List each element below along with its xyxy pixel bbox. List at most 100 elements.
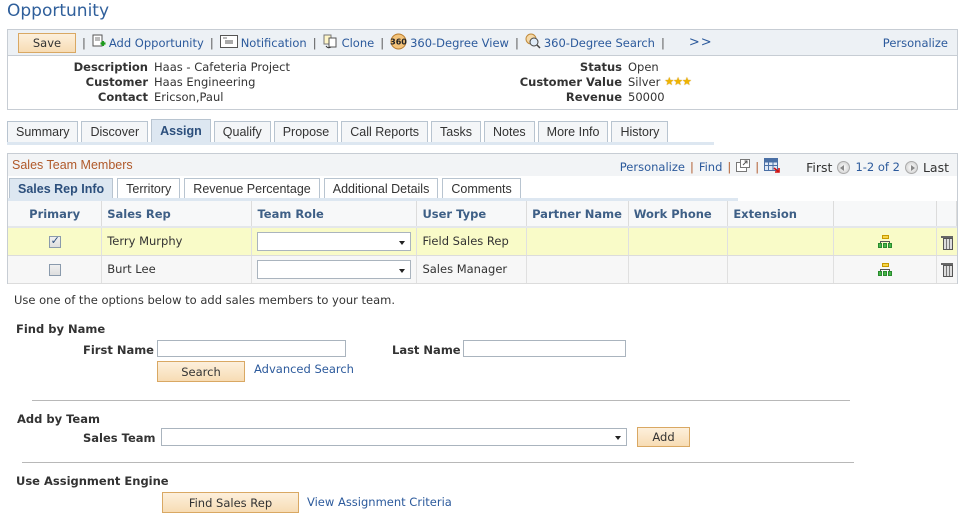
grid-find-link[interactable]: Find [699, 160, 723, 174]
last-name-label: Last Name [392, 343, 461, 357]
column-header-extension[interactable]: Extension [727, 201, 835, 228]
advanced-search-link[interactable]: Advanced Search [254, 362, 354, 376]
next-row-icon[interactable] [904, 160, 918, 174]
first-name-label: First Name [83, 343, 154, 357]
primary-checkbox[interactable] [48, 234, 61, 248]
column-header-sales-rep[interactable]: Sales Rep [101, 201, 253, 228]
table-row: Terry Murphy Field Sales Rep [8, 227, 957, 256]
sales-team-grid: Sales Team Members Personalize | Find | … [7, 153, 958, 284]
add-team-button[interactable]: Add [637, 427, 690, 447]
search-button[interactable]: Search [157, 361, 245, 382]
primary-checkbox[interactable] [48, 263, 61, 276]
add-document-icon [92, 34, 106, 51]
sales-team-dropdown[interactable] [161, 428, 627, 446]
primary-cell [8, 227, 103, 256]
previous-row-icon[interactable] [837, 160, 851, 174]
separator: | [82, 35, 86, 50]
column-header-user-type[interactable]: User Type [416, 201, 528, 228]
more-actions-button[interactable]: >> [689, 35, 713, 50]
delete-cell [936, 227, 957, 256]
save-button[interactable]: Save [18, 32, 76, 53]
customer-value-value: Silver [628, 75, 661, 89]
tab-more-info[interactable]: More Info [537, 121, 609, 142]
360-search-icon [525, 33, 541, 52]
hierarchy-cell [833, 255, 937, 284]
team-role-dropdown[interactable] [257, 231, 412, 251]
status-value: Open [628, 60, 659, 74]
page-tabs: Summary Discover Assign Qualify Propose Call … [7, 119, 671, 143]
subtab-additional-details[interactable]: Additional Details [323, 178, 439, 198]
360-degree-view-link[interactable]: 360 360-Degree View [390, 33, 509, 53]
tab-tasks[interactable]: Tasks [431, 121, 481, 142]
360-degree-search-link[interactable]: 360-Degree Search [525, 33, 655, 52]
trash-icon[interactable] [940, 235, 953, 250]
grid-navigation: Personalize | Find | | First 1-2 of 2 La… [620, 158, 949, 176]
clone-icon [323, 34, 339, 52]
clone-link[interactable]: Clone [323, 34, 374, 52]
page-title: Opportunity [7, 1, 110, 21]
envelope-icon [219, 34, 238, 51]
sales-team-table: Primary Sales Rep Team Role User Type Pa… [8, 201, 957, 284]
grid-title: Sales Team Members [12, 158, 133, 172]
last-name-input[interactable] [463, 340, 626, 357]
find-sales-rep-button[interactable]: Find Sales Rep [162, 492, 299, 513]
subtab-comments[interactable]: Comments [442, 178, 521, 198]
separator: | [689, 160, 694, 174]
user-type-cell: Field Sales Rep [416, 227, 528, 256]
status-field: Status Open [458, 60, 659, 74]
org-chart-icon[interactable] [877, 235, 892, 249]
separator: | [380, 35, 385, 50]
first-page-link[interactable]: First [806, 160, 832, 175]
tab-call-reports[interactable]: Call Reports [341, 121, 429, 142]
last-page-link[interactable]: Last [923, 160, 949, 175]
column-header-primary[interactable]: Primary [8, 201, 103, 228]
separator: | [660, 35, 665, 50]
subtab-revenue-percentage[interactable]: Revenue Percentage [184, 178, 320, 198]
tab-history[interactable]: History [611, 121, 669, 142]
work-phone-cell [628, 227, 729, 256]
column-header-work-phone[interactable]: Work Phone [628, 201, 729, 228]
view-assignment-criteria-link[interactable]: View Assignment Criteria [307, 495, 452, 509]
download-to-excel-icon[interactable] [764, 158, 780, 176]
customer-value-label: Customer Value [519, 75, 622, 89]
separator: | [727, 160, 732, 174]
first-name-input[interactable] [157, 340, 346, 357]
instructions-text: Use one of the options below to add sale… [14, 293, 396, 307]
sales-rep-cell: Burt Lee [101, 255, 253, 284]
tab-propose[interactable]: Propose [273, 121, 339, 142]
divider [22, 462, 854, 463]
add-opportunity-link[interactable]: Add Opportunity [92, 34, 204, 51]
toolbar: Save | Add Opportunity | Notification | … [7, 29, 958, 55]
customer-value-field: Customer Value Silver ★★★ [458, 75, 692, 89]
contact-value: Ericson,Paul [154, 90, 224, 104]
primary-cell [8, 255, 103, 284]
sales-team-label: Sales Team [83, 431, 156, 445]
trash-icon[interactable] [940, 262, 953, 278]
separator: | [514, 35, 519, 50]
tab-discover[interactable]: Discover [81, 121, 149, 142]
toolbar-personalize-link[interactable]: Personalize [883, 36, 948, 50]
description-field: Description Haas - Cafeteria Project [18, 60, 290, 74]
separator: | [755, 160, 760, 174]
column-header-team-role[interactable]: Team Role [251, 201, 418, 228]
column-header-partner-name[interactable]: Partner Name [526, 201, 629, 228]
view-all-icon[interactable] [736, 159, 751, 175]
tab-assign[interactable]: Assign [151, 119, 211, 142]
grid-sub-tabs: Sales Rep Info Territory Revenue Percentag… [8, 178, 524, 199]
row-range-text: 1-2 of 2 [855, 160, 900, 174]
grid-personalize-link[interactable]: Personalize [620, 160, 685, 174]
360-degree-search-label: 360-Degree Search [543, 35, 655, 50]
extension-cell [727, 255, 835, 284]
tab-qualify[interactable]: Qualify [213, 121, 271, 142]
tab-summary[interactable]: Summary [7, 121, 79, 142]
tab-notes[interactable]: Notes [484, 121, 535, 142]
table-header-row: Primary Sales Rep Team Role User Type Pa… [8, 201, 957, 228]
notification-link[interactable]: Notification [219, 34, 307, 51]
subtab-territory[interactable]: Territory [117, 178, 181, 198]
notification-label: Notification [240, 35, 307, 50]
add-opportunity-label: Add Opportunity [108, 35, 204, 50]
column-header-hierarchy [833, 201, 937, 228]
team-role-dropdown[interactable] [257, 259, 412, 279]
org-chart-icon[interactable] [877, 263, 892, 276]
subtab-sales-rep-info[interactable]: Sales Rep Info [9, 178, 114, 198]
